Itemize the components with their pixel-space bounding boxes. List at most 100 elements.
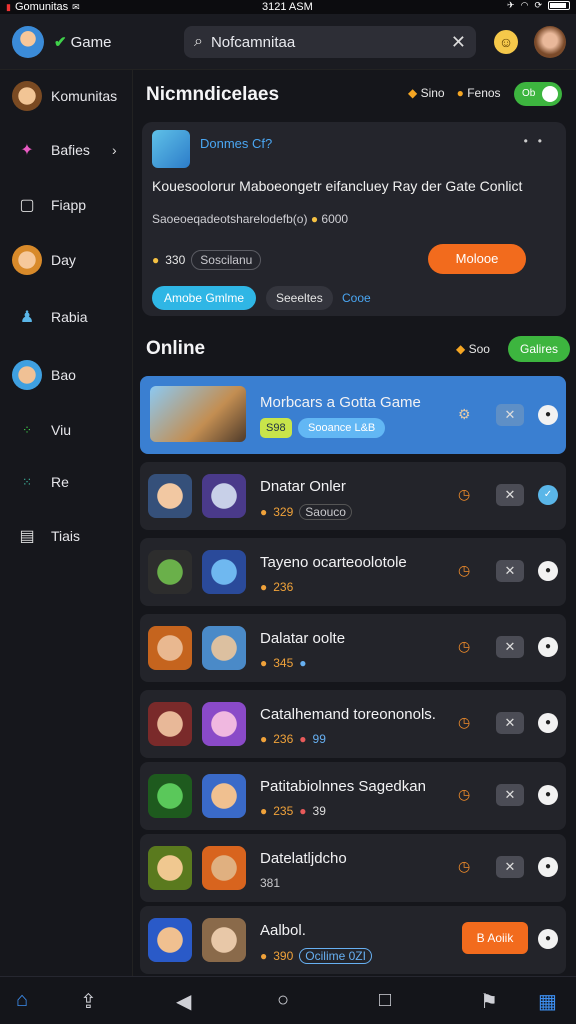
- card-tag-2[interactable]: Seeeltes: [266, 286, 333, 310]
- header-link-1[interactable]: ◆ Sino: [408, 86, 445, 100]
- close-icon[interactable]: ✕: [496, 484, 524, 506]
- play-icon[interactable]: ●: [538, 857, 558, 877]
- card-tag-1[interactable]: Amobe Gmlme: [152, 286, 257, 310]
- sidebar-item-fiapp[interactable]: ▢ Fiapp: [0, 185, 133, 225]
- timer-icon[interactable]: ◷: [458, 858, 470, 875]
- sidebar-item-re[interactable]: ⁙ Re: [0, 462, 133, 502]
- carrier-label: Gomunitas: [14, 1, 69, 13]
- list-item[interactable]: Datelatljdcho 381 ◷ ✕ ●: [140, 834, 566, 902]
- sparkle-icon: ✦: [20, 142, 34, 159]
- row-action-button[interactable]: B Aoiik: [462, 922, 528, 954]
- sidebar-item-bafies[interactable]: ✦ Bafies ›: [0, 130, 133, 170]
- row-title: Dnatar Onler: [260, 478, 346, 495]
- card-cta-button[interactable]: Molooe: [428, 244, 526, 274]
- list-item[interactable]: Tayeno ocarteoolotole ● 236 ◷ ✕ ●: [140, 538, 566, 606]
- online-link[interactable]: ◆ Soo: [456, 342, 490, 356]
- sidebar-item-tiais[interactable]: ▤ Tiais: [0, 516, 133, 556]
- list-item[interactable]: Patitabiolnnes Sagedkan ● 235 ● 39 ◷ ✕ ●: [140, 762, 566, 830]
- row-title: Aalbol.: [260, 922, 306, 939]
- home-icon[interactable]: ⌂: [16, 989, 28, 1012]
- list-item[interactable]: Dalatar oolte ● 345 ● ◷ ✕ ●: [140, 614, 566, 682]
- featured-row[interactable]: Morbcars a Gotta Game S98 Sooance L&B ⚙ …: [140, 376, 566, 454]
- row-title: Dalatar oolte: [260, 630, 346, 647]
- emoji-icon[interactable]: ☺: [494, 30, 518, 54]
- close-icon[interactable]: ✕: [496, 784, 524, 806]
- play-icon[interactable]: ●: [538, 713, 558, 733]
- coin-icon: ●: [152, 253, 160, 267]
- sidebar-item-bao[interactable]: Bao: [0, 355, 133, 395]
- avatar: [202, 474, 246, 518]
- header-link-2[interactable]: ● Fenos: [457, 86, 501, 100]
- dot-icon: ●: [299, 656, 307, 670]
- avatar-icon: [12, 360, 42, 390]
- play-icon[interactable]: ●: [538, 561, 558, 581]
- avatar: [202, 702, 246, 746]
- avatar-icon: [12, 81, 42, 111]
- list-item[interactable]: Catalhemand toreononols. ● 236 ● 99 ◷ ✕ ●: [140, 690, 566, 758]
- row-meta: ● 329 Saouco: [260, 504, 352, 520]
- sidebar-item-komunitas[interactable]: Komunitas: [0, 76, 133, 116]
- figure-icon: ♟: [19, 309, 35, 326]
- close-icon[interactable]: ✕: [496, 712, 524, 734]
- sidebar-item-label: Re: [51, 474, 69, 490]
- square-icon: ▢: [19, 197, 35, 214]
- featured-image: [150, 386, 246, 442]
- coin-icon: ●: [260, 656, 268, 670]
- card-thumbnail: [152, 130, 190, 168]
- row-meta: ● 236: [260, 580, 293, 594]
- clear-search-icon[interactable]: ✕: [451, 32, 466, 53]
- list-item[interactable]: Aalbol. ● 390 Ocilime 0ZI B Aoiik ●: [140, 906, 566, 974]
- back-icon[interactable]: ◀: [176, 989, 191, 1014]
- chevron-right-icon: ›: [112, 142, 117, 158]
- play-icon[interactable]: ●: [538, 929, 558, 949]
- avatar: [148, 846, 192, 890]
- home-circle-icon[interactable]: ○: [277, 989, 289, 1012]
- top-bar: ✔ Game ⌕ ✕ ☺: [0, 14, 576, 70]
- sidebar-item-viu[interactable]: ⁘ Viu: [0, 410, 133, 450]
- timer-icon[interactable]: ◷: [458, 786, 470, 803]
- card-tag-3[interactable]: Cooe: [342, 291, 371, 305]
- avatar: [148, 550, 192, 594]
- menu-icon[interactable]: ▦: [538, 989, 557, 1014]
- close-icon[interactable]: ✕: [496, 636, 524, 658]
- timer-icon[interactable]: ◷: [458, 486, 470, 503]
- card-coin-value: 6000: [321, 212, 349, 226]
- recents-icon[interactable]: □: [379, 989, 391, 1012]
- card-stats-pill: Soscilanu: [191, 250, 262, 270]
- timer-icon[interactable]: ◷: [458, 714, 470, 731]
- timer-icon[interactable]: ◷: [458, 638, 470, 655]
- close-icon[interactable]: ✕: [496, 856, 524, 878]
- avatar: [202, 846, 246, 890]
- badge-icon: ●: [299, 804, 307, 818]
- row-extra: 39: [312, 804, 326, 818]
- list-item[interactable]: Dnatar Onler ● 329 Saouco ◷ ✕ ✓: [140, 462, 566, 530]
- app-logo[interactable]: [12, 26, 44, 58]
- sidebar: Komunitas ✦ Bafies › ▢ Fiapp Day ♟ Rabia…: [0, 70, 133, 976]
- row-count: 329: [273, 505, 294, 519]
- close-icon[interactable]: ✕: [496, 560, 524, 582]
- user-avatar[interactable]: [534, 26, 566, 58]
- online-button[interactable]: Galires: [508, 336, 571, 362]
- row-title: Patitabiolnnes Sagedkan: [260, 778, 426, 795]
- share-icon[interactable]: ⇪: [80, 989, 97, 1014]
- timer-icon[interactable]: ◷: [458, 562, 470, 579]
- close-icon[interactable]: ✕: [496, 404, 524, 426]
- play-icon[interactable]: ●: [538, 785, 558, 805]
- bird-icon[interactable]: ✓: [538, 485, 558, 505]
- row-title: Datelatljdcho: [260, 850, 347, 867]
- row-count: 390: [273, 949, 294, 963]
- header-toggle[interactable]: Ob: [514, 82, 562, 106]
- sidebar-item-day[interactable]: Day: [0, 240, 133, 280]
- search-input[interactable]: [210, 33, 451, 51]
- coin-icon: ◆: [408, 86, 418, 100]
- more-icon[interactable]: ••: [524, 134, 552, 148]
- sidebar-item-rabia[interactable]: ♟ Rabia: [0, 297, 133, 337]
- settings-icon[interactable]: ⚙: [458, 406, 471, 423]
- coin-icon: ●: [260, 949, 268, 963]
- play-icon[interactable]: ●: [538, 637, 558, 657]
- featured-card: Donmes Cf? •• Kouesoolorur Maboeongetr e…: [142, 122, 566, 316]
- play-icon[interactable]: ●: [538, 405, 558, 425]
- card-stats-value: 330: [165, 253, 186, 267]
- card-title[interactable]: Donmes Cf?: [200, 136, 272, 151]
- notifications-icon[interactable]: ⚑: [480, 989, 498, 1014]
